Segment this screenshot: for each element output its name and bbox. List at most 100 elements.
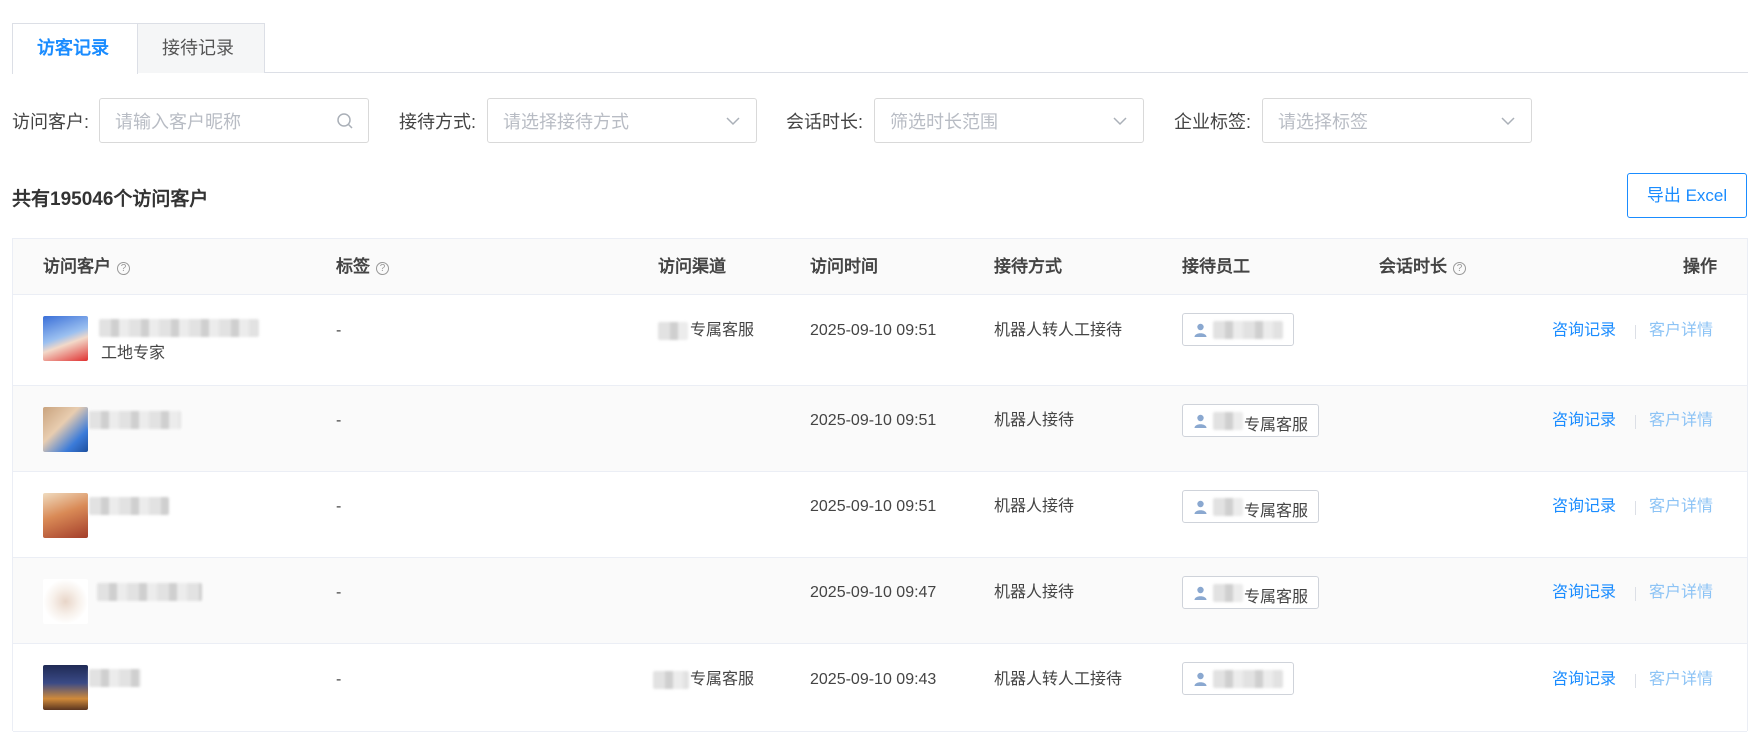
duration-filter-label: 会话时长: (786, 112, 864, 132)
tags-cell: - (336, 412, 342, 429)
staff-tag: 专属客服 (1182, 490, 1319, 523)
visit-time-cell: 2025-09-10 09:51 (810, 322, 937, 339)
user-icon (1194, 414, 1207, 428)
channel-prefix-redacted (653, 671, 689, 689)
action-divider (1635, 501, 1636, 515)
help-circle-icon[interactable]: ? (376, 262, 389, 275)
visit-time-cell: 2025-09-10 09:47 (810, 584, 937, 601)
tags-cell: - (336, 322, 342, 339)
action-divider (1635, 674, 1636, 688)
consult-record-link[interactable]: 咨询记录 (1552, 670, 1616, 690)
search-icon[interactable] (336, 112, 354, 130)
column-header-tags-label: 标签 (336, 257, 370, 276)
staff-name-redacted (1213, 321, 1283, 339)
user-icon (1194, 586, 1207, 600)
customer-detail-link[interactable]: 客户详情 (1649, 411, 1713, 431)
tag-select[interactable]: 请选择标签 (1262, 98, 1532, 143)
customer-detail-link[interactable]: 客户详情 (1649, 497, 1713, 517)
column-header-duration: 会话时长? (1379, 257, 1466, 277)
reception-cell: 机器人转人工接待 (994, 671, 1123, 688)
reception-filter-label: 接待方式: (399, 112, 477, 132)
customer-search-input[interactable]: 请输入客户昵称 (99, 98, 369, 143)
visitor-table: 访问客户? 标签? 访问渠道 访问时间 接待方式 接待员工 会话时长? 操作 工… (12, 238, 1748, 732)
table-header: 访问客户? 标签? 访问渠道 访问时间 接待方式 接待员工 会话时长? 操作 (13, 239, 1747, 295)
column-header-customer: 访问客户? (43, 257, 130, 277)
column-header-customer-label: 访问客户 (43, 257, 111, 276)
chevron-down-icon (1501, 117, 1515, 126)
customer-detail-link[interactable]: 客户详情 (1649, 321, 1713, 341)
tag-filter-label: 企业标签: (1174, 112, 1252, 132)
channel-prefix-redacted (658, 322, 688, 340)
visit-time-cell: 2025-09-10 09:51 (810, 412, 937, 429)
column-header-staff: 接待员工 (1182, 257, 1250, 276)
customer-name-redacted (89, 669, 141, 687)
tags-cell: - (336, 671, 342, 688)
column-header-duration-label: 会话时长 (1379, 257, 1447, 276)
action-divider (1635, 325, 1636, 339)
tab-visitor-records[interactable]: 访客记录 (12, 23, 138, 74)
channel-cell: 专属客服 (690, 671, 755, 688)
customer-name-redacted (99, 319, 259, 337)
reception-cell: 机器人转人工接待 (994, 322, 1123, 339)
export-excel-button[interactable]: 导出 Excel (1627, 173, 1747, 218)
column-header-actions: 操作 (1683, 257, 1717, 276)
staff-prefix-redacted (1213, 584, 1243, 602)
visit-time-cell: 2025-09-10 09:51 (810, 498, 937, 515)
reception-select[interactable]: 请选择接待方式 (487, 98, 757, 143)
action-divider (1635, 587, 1636, 601)
avatar (43, 579, 88, 624)
customer-name-suffix: 工地专家 (101, 345, 166, 362)
customer-detail-link[interactable]: 客户详情 (1649, 670, 1713, 690)
reception-cell: 机器人接待 (994, 498, 1075, 515)
table-row: 工地专家 - 专属客服 2025-09-10 09:51 机器人转人工接待 咨询… (13, 295, 1747, 386)
customer-search-placeholder: 请输入客户昵称 (115, 112, 241, 132)
duration-select[interactable]: 筛选时长范围 (874, 98, 1144, 143)
visitor-count-summary: 共有195046个访问客户 (12, 189, 209, 210)
table-row: - 2025-09-10 09:47 机器人接待 专属客服 咨询记录 客户详情 (13, 558, 1747, 644)
column-header-reception: 接待方式 (994, 257, 1062, 276)
staff-name: 专属客服 (1244, 417, 1309, 434)
consult-record-link[interactable]: 咨询记录 (1552, 411, 1616, 431)
reception-cell: 机器人接待 (994, 584, 1075, 601)
staff-name: 专属客服 (1244, 589, 1309, 606)
table-row: - 专属客服 2025-09-10 09:43 机器人转人工接待 咨询记录 客户… (13, 644, 1747, 732)
staff-tag: 专属客服 (1182, 576, 1319, 609)
action-divider (1635, 415, 1636, 429)
customer-name-redacted (97, 583, 202, 601)
avatar (43, 493, 88, 538)
consult-record-link[interactable]: 咨询记录 (1552, 583, 1616, 603)
tab-reception-records[interactable]: 接待记录 (137, 23, 265, 73)
consult-record-link[interactable]: 咨询记录 (1552, 497, 1616, 517)
reception-select-placeholder: 请选择接待方式 (503, 112, 629, 132)
consult-record-link[interactable]: 咨询记录 (1552, 321, 1616, 341)
table-row: - 2025-09-10 09:51 机器人接待 专属客服 咨询记录 客户详情 (13, 386, 1747, 472)
chevron-down-icon (726, 117, 740, 126)
channel-cell: 专属客服 (690, 322, 755, 339)
staff-prefix-redacted (1213, 498, 1243, 516)
customer-name-redacted (89, 411, 181, 429)
reception-cell: 机器人接待 (994, 412, 1075, 429)
table-row: - 2025-09-10 09:51 机器人接待 专属客服 咨询记录 客户详情 (13, 472, 1747, 558)
column-header-tags: 标签? (336, 257, 389, 277)
avatar (43, 665, 88, 710)
customer-detail-link[interactable]: 客户详情 (1649, 583, 1713, 603)
tags-cell: - (336, 584, 342, 601)
customer-name-redacted (89, 497, 169, 515)
help-circle-icon[interactable]: ? (1453, 262, 1466, 275)
avatar (43, 407, 88, 452)
avatar (43, 316, 88, 361)
user-icon (1194, 500, 1207, 514)
staff-tag (1182, 662, 1294, 695)
staff-prefix-redacted (1213, 412, 1243, 430)
column-header-channel: 访问渠道 (658, 257, 726, 276)
tag-select-placeholder: 请选择标签 (1278, 112, 1368, 132)
tags-cell: - (336, 498, 342, 515)
duration-select-placeholder: 筛选时长范围 (890, 112, 998, 132)
staff-tag: 专属客服 (1182, 404, 1319, 437)
visit-time-cell: 2025-09-10 09:43 (810, 671, 937, 688)
staff-name-redacted (1213, 670, 1283, 688)
help-circle-icon[interactable]: ? (117, 262, 130, 275)
column-header-time: 访问时间 (810, 257, 878, 276)
tab-bar: 访客记录 接待记录 (12, 23, 1748, 74)
user-icon (1194, 323, 1207, 337)
